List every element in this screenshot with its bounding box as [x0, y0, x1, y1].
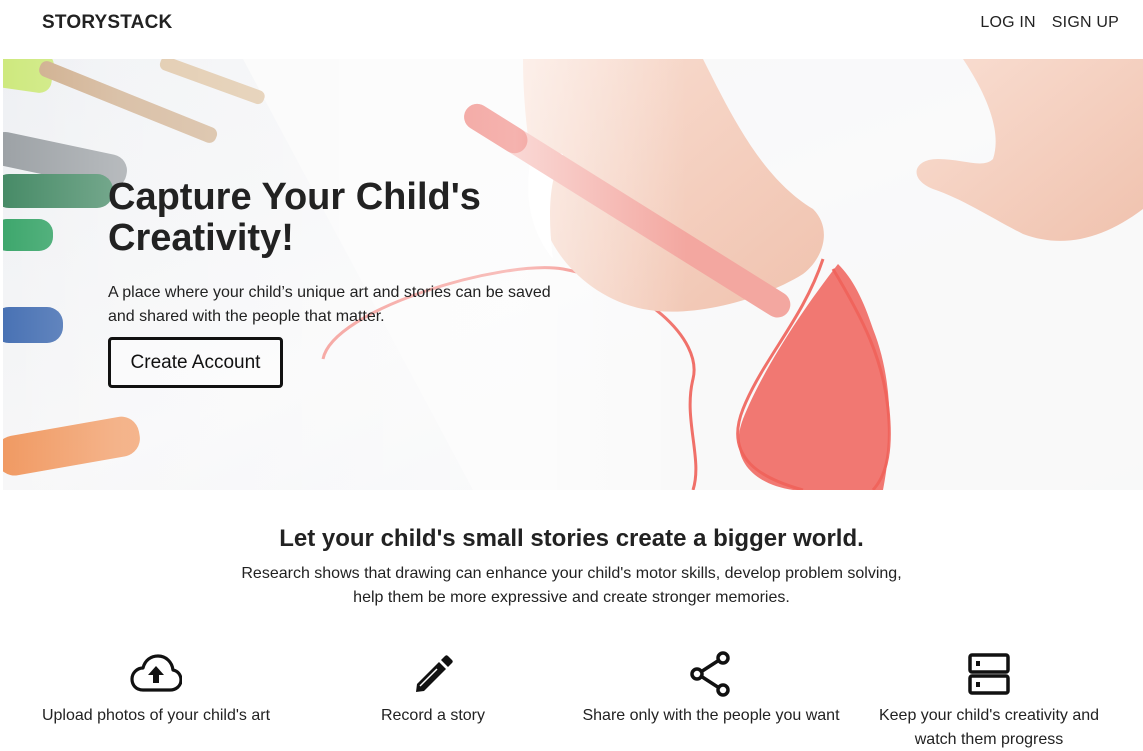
top-navbar: STORYSTACK LOG IN SIGN UP	[0, 0, 1143, 58]
storage-icon	[968, 653, 1010, 695]
feature-progress: Keep your child's creativity and watch t…	[859, 650, 1119, 751]
features-section: Upload photos of your child's art Record…	[0, 650, 1143, 751]
intro-text: Research shows that drawing can enhance …	[241, 565, 902, 606]
pencil-icon	[416, 655, 453, 692]
feature-share-label: Share only with the people you want	[582, 707, 840, 724]
login-link[interactable]: LOG IN	[980, 14, 1035, 32]
share-icon	[690, 651, 730, 697]
feature-progress-label: Keep your child's creativity and watch t…	[878, 707, 1100, 748]
hero-banner: Capture Your Child's Creativity! A place…	[3, 59, 1143, 490]
feature-upload: Upload photos of your child's art	[26, 650, 286, 728]
create-account-button[interactable]: Create Account	[108, 337, 283, 388]
feature-record: Record a story	[303, 650, 563, 728]
intro-section: Let your child's small stories create a …	[0, 522, 1143, 610]
signup-link[interactable]: SIGN UP	[1052, 14, 1119, 32]
intro-title: Let your child's small stories create a …	[279, 525, 864, 552]
hero-content: Capture Your Child's Creativity! A place…	[108, 177, 578, 329]
hero-subtitle: A place where your child’s unique art an…	[108, 284, 551, 325]
nav-links: LOG IN SIGN UP	[980, 14, 1119, 32]
feature-share: Share only with the people you want	[581, 650, 841, 728]
brand-logo-link[interactable]: STORYSTACK	[42, 12, 172, 34]
hero-title: Capture Your Child's Creativity!	[108, 176, 481, 259]
cloud-upload-icon	[130, 654, 182, 692]
feature-upload-label: Upload photos of your child's art	[41, 707, 271, 724]
feature-record-label: Record a story	[380, 707, 486, 724]
